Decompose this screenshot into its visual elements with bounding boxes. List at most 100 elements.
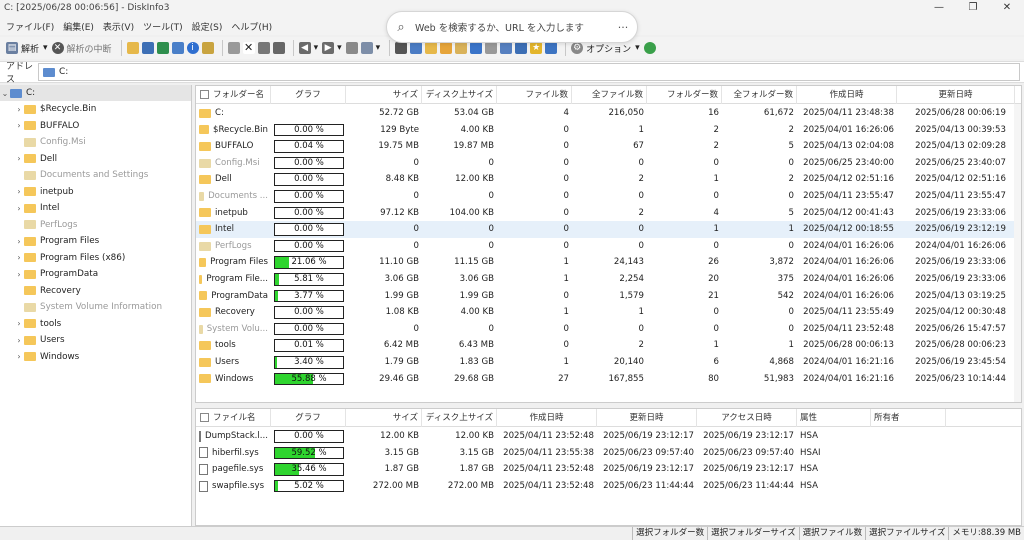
col-file-owner[interactable]: 所有者: [871, 409, 946, 427]
table-row[interactable]: Documents ... 0.00 % 0 0 0 0 0 0 2025/04/11 23:5…: [196, 188, 1021, 205]
expand-icon[interactable]: ›: [14, 336, 24, 345]
table-row[interactable]: swapfile.sys 5.02 % 272.00 MB 272.00 MB 2025…: [196, 478, 1021, 495]
table-row[interactable]: System Volu... 0.00 % 0 0 0 0 0 0 2025/04/11 23:…: [196, 321, 1021, 338]
folder-tree-icon[interactable]: [455, 42, 468, 54]
col-size[interactable]: サイズ: [346, 86, 422, 104]
properties-icon[interactable]: [201, 42, 214, 54]
print-icon[interactable]: [171, 42, 184, 54]
document-icon[interactable]: [485, 42, 498, 54]
table-row[interactable]: Program File... 5.81 % 3.06 GB 3.06 GB 1 2,25…: [196, 271, 1021, 288]
col-file-attr[interactable]: 属性: [797, 409, 871, 427]
tree-item[interactable]: Documents and Settings: [0, 167, 191, 183]
table-row[interactable]: Windows 55.88 % 29.46 GB 29.68 GB 27 167,855 8…: [196, 371, 1021, 388]
tree-item[interactable]: › Intel: [0, 200, 191, 216]
table-row[interactable]: inetpub 0.00 % 97.12 KB 104.00 KB 0 2 4 5 2025/0…: [196, 205, 1021, 222]
folder-grid-scrollbar[interactable]: [1014, 104, 1021, 402]
col-all-folders[interactable]: 全フォルダー数: [722, 86, 797, 104]
more-icon[interactable]: ···: [609, 21, 637, 34]
table-row[interactable]: pagefile.sys 35.46 % 1.87 GB 1.87 GB 2025/04…: [196, 461, 1021, 478]
tree-item[interactable]: System Volume Information: [0, 299, 191, 315]
collapse-icon[interactable]: ⌄: [0, 89, 10, 98]
layout-icon[interactable]: [470, 42, 483, 54]
table-row[interactable]: $Recycle.Bin 0.00 % 129 Byte 4.00 KB 0 1 2 2 202…: [196, 122, 1021, 139]
table-row[interactable]: tools 0.01 % 6.42 MB 6.43 MB 0 2 1 1 2025/06/28 …: [196, 337, 1021, 354]
back-icon[interactable]: ◀: [298, 42, 311, 54]
col-all-files[interactable]: 全ファイル数: [572, 86, 647, 104]
tree-item[interactable]: › tools: [0, 316, 191, 332]
table-row[interactable]: Dell 0.00 % 8.48 KB 12.00 KB 0 2 1 2 2025/04/12 …: [196, 171, 1021, 188]
col-file-accessed[interactable]: アクセス日時: [697, 409, 797, 427]
col-file-modified[interactable]: 更新日時: [597, 409, 697, 427]
excel-icon[interactable]: [156, 42, 169, 54]
tree-item[interactable]: › Windows: [0, 349, 191, 365]
tree-item[interactable]: › ProgramData: [0, 266, 191, 282]
table-row[interactable]: Intel 0.00 % 0 0 0 0 1 1 2025/04/12 00:18:55 2025…: [196, 221, 1021, 238]
menu-help[interactable]: ヘルプ(H): [231, 20, 272, 33]
tree-item[interactable]: Config.Msi: [0, 134, 191, 150]
tree-item[interactable]: Recovery: [0, 283, 191, 299]
col-file-graph[interactable]: グラフ: [271, 409, 346, 427]
table-row[interactable]: Recovery 0.00 % 1.08 KB 4.00 KB 1 1 0 0 2025/04/…: [196, 304, 1021, 321]
expand-icon[interactable]: ›: [14, 204, 24, 213]
tree-item[interactable]: PerfLogs: [0, 217, 191, 233]
minimize-button[interactable]: —: [922, 0, 956, 18]
col-disk-size[interactable]: ディスク上サイズ: [422, 86, 497, 104]
expand-icon[interactable]: ›: [14, 319, 24, 328]
menu-view[interactable]: 表示(V): [103, 20, 134, 33]
filter-dropdown[interactable]: ▾: [376, 39, 381, 57]
table-row[interactable]: C: 52.72 GB 53.04 GB 4 216,050 16 61,672 2025/0…: [196, 105, 1021, 122]
col-file-size[interactable]: サイズ: [346, 409, 422, 427]
save-icon[interactable]: [141, 42, 154, 54]
menu-file[interactable]: ファイル(F): [6, 20, 54, 33]
select-all-checkbox[interactable]: [200, 90, 209, 99]
col-created[interactable]: 作成日時: [797, 86, 897, 104]
folder-open-icon[interactable]: [440, 42, 453, 54]
tree-root[interactable]: ⌄ C:: [0, 85, 191, 101]
forward-dropdown[interactable]: ▾: [337, 39, 342, 57]
info-icon[interactable]: i: [186, 42, 199, 54]
stop-button[interactable]: ✕ 解析の中断: [51, 39, 112, 57]
export-icon[interactable]: [500, 42, 513, 54]
tree-item[interactable]: › $Recycle.Bin: [0, 101, 191, 117]
forward-icon[interactable]: ▶: [322, 42, 335, 54]
up-folder-icon[interactable]: [345, 42, 358, 54]
analyze-button[interactable]: ▤ 解析: [6, 39, 39, 57]
address-field[interactable]: C:: [38, 63, 1020, 81]
expand-icon[interactable]: ›: [14, 352, 24, 361]
expand-icon[interactable]: ›: [14, 270, 24, 279]
window-icon[interactable]: [410, 42, 423, 54]
table-row[interactable]: ProgramData 3.77 % 1.99 GB 1.99 GB 0 1,579 21 5…: [196, 288, 1021, 305]
analyze-dropdown[interactable]: ▾: [43, 39, 48, 57]
folder-icon[interactable]: [425, 42, 438, 54]
restore-button[interactable]: ❐: [956, 0, 990, 18]
binoculars-icon[interactable]: [395, 42, 408, 54]
table-row[interactable]: hiberfil.sys 59.52 % 3.15 GB 3.15 GB 2025/04…: [196, 445, 1021, 462]
list-icon[interactable]: [272, 42, 285, 54]
col-folders[interactable]: フォルダー数: [647, 86, 722, 104]
globe-icon[interactable]: [643, 42, 656, 54]
expand-icon[interactable]: ›: [14, 121, 24, 130]
disk-icon[interactable]: [515, 42, 528, 54]
menu-settings[interactable]: 設定(S): [192, 20, 223, 33]
col-graph[interactable]: グラフ: [271, 86, 346, 104]
back-dropdown[interactable]: ▾: [314, 39, 319, 57]
select-all-files-checkbox[interactable]: [200, 413, 209, 422]
col-file-created[interactable]: 作成日時: [497, 409, 597, 427]
col-file-name[interactable]: ファイル名: [196, 409, 271, 427]
expand-icon[interactable]: ›: [14, 253, 24, 262]
filter-icon[interactable]: [360, 42, 373, 54]
expand-icon[interactable]: ›: [14, 154, 24, 163]
menu-edit[interactable]: 編集(E): [63, 20, 94, 33]
tree-item[interactable]: › Users: [0, 332, 191, 348]
table-row[interactable]: Users 3.40 % 1.79 GB 1.83 GB 1 20,140 6 4,868 20…: [196, 354, 1021, 371]
col-folder-name[interactable]: フォルダー名: [196, 86, 271, 104]
tree-item[interactable]: › Program Files (x86): [0, 250, 191, 266]
table-row[interactable]: Program Files 21.06 % 11.10 GB 11.15 GB 1 24,…: [196, 254, 1021, 271]
tree-item[interactable]: › BUFFALO: [0, 118, 191, 134]
options-dropdown[interactable]: ▾: [635, 39, 640, 57]
web-search-pill[interactable]: ⌕ Web を検索するか、URL を入力します ···: [386, 11, 638, 43]
expand-icon[interactable]: ›: [14, 237, 24, 246]
delete-icon[interactable]: ✕: [242, 42, 255, 54]
rename-icon[interactable]: [257, 42, 270, 54]
image-icon[interactable]: [545, 42, 558, 54]
